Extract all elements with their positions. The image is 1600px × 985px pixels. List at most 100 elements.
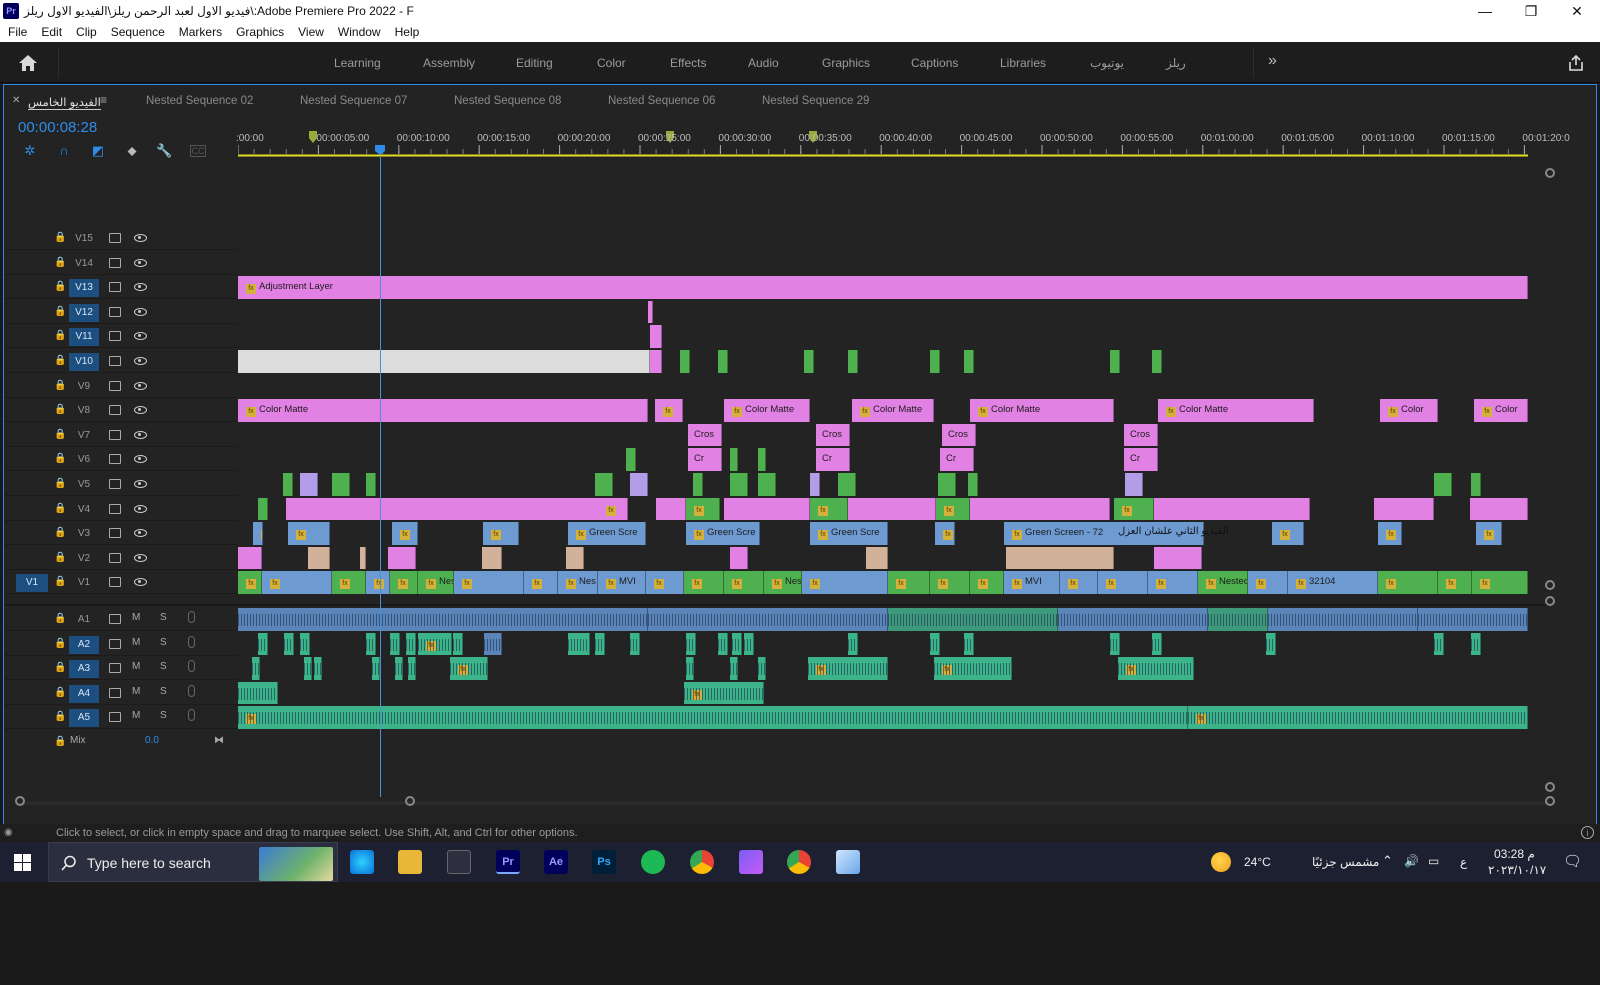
lock-icon[interactable]: 🔒 xyxy=(54,503,66,514)
snap-icon[interactable]: ∩ xyxy=(56,143,72,159)
eye-icon[interactable] xyxy=(134,332,147,341)
clip[interactable] xyxy=(630,473,648,496)
a3-audio-clip[interactable] xyxy=(304,657,312,680)
clock-date[interactable]: ٢٠٢٣/١٠/١٧ xyxy=(1488,863,1546,877)
workspace-graphics[interactable]: Graphics xyxy=(822,56,870,70)
clip[interactable] xyxy=(810,473,820,496)
sync-lock-icon[interactable] xyxy=(109,257,121,268)
sync-lock-icon[interactable] xyxy=(109,552,121,563)
clip[interactable] xyxy=(930,350,940,373)
mic-icon[interactable] xyxy=(188,611,195,623)
notifications-icon[interactable]: 🗨 xyxy=(1563,852,1582,870)
clip[interactable] xyxy=(366,473,376,496)
v1-clip[interactable]: fx Nes xyxy=(764,571,802,594)
lock-icon[interactable]: 🔒 xyxy=(54,711,66,722)
eye-icon[interactable] xyxy=(134,430,147,439)
tab-active-sequence[interactable]: الفيديو الخامس xyxy=(28,95,101,110)
track-target-a2[interactable]: A2 xyxy=(69,635,99,654)
chrome-profile-icon[interactable] xyxy=(787,850,811,874)
audio-vscroll-bottom[interactable] xyxy=(1545,782,1555,792)
track-target-v6[interactable]: V6 xyxy=(69,451,99,469)
clip[interactable] xyxy=(238,546,262,570)
a3-audio-clip[interactable]: fx xyxy=(808,657,888,680)
green-screen-clip[interactable]: fx xyxy=(253,522,263,545)
clip[interactable] xyxy=(1154,497,1310,521)
mic-icon[interactable] xyxy=(188,684,195,697)
sync-lock-icon[interactable] xyxy=(109,712,121,723)
v1-clip[interactable]: fx xyxy=(366,571,390,594)
a1-audio-clip[interactable] xyxy=(1208,608,1268,631)
solo-button[interactable]: S xyxy=(160,686,167,697)
a2-audio-clip[interactable] xyxy=(848,632,858,656)
track-target-v7[interactable]: V7 xyxy=(69,427,99,445)
a2-audio-clip[interactable] xyxy=(390,632,400,656)
a2-audio-clip[interactable]: fx xyxy=(418,632,452,656)
green-screen-clip[interactable]: fx xyxy=(935,522,955,545)
a4-audio-clip[interactable]: fx xyxy=(684,681,764,705)
track-target-v9[interactable]: V9 xyxy=(69,378,99,396)
clip[interactable] xyxy=(1470,497,1528,521)
workspace-libraries[interactable]: Libraries xyxy=(1000,56,1046,70)
chrome-icon[interactable] xyxy=(690,850,714,874)
lock-icon[interactable]: 🔒 xyxy=(54,527,66,538)
mute-button[interactable]: M xyxy=(132,661,140,672)
menu-markers[interactable]: Markers xyxy=(171,22,228,39)
video-vscroll-bottom[interactable] xyxy=(1545,580,1555,590)
windows-start-icon[interactable] xyxy=(14,854,31,871)
a2-audio-clip[interactable] xyxy=(930,632,940,656)
v1-clip[interactable]: fx xyxy=(1472,571,1528,594)
weather-temp[interactable]: 24°C xyxy=(1244,855,1271,869)
clip[interactable] xyxy=(964,350,974,373)
v1-clip[interactable]: fx xyxy=(454,571,524,594)
eye-icon[interactable] xyxy=(134,529,147,538)
a2-audio-clip[interactable] xyxy=(744,632,754,656)
lock-icon[interactable]: 🔒 xyxy=(54,478,66,489)
green-screen-clip[interactable]: fx xyxy=(1272,522,1304,545)
sync-lock-icon[interactable] xyxy=(109,331,121,342)
clip[interactable] xyxy=(968,473,978,496)
clip[interactable] xyxy=(938,473,956,496)
mute-button[interactable]: M xyxy=(132,637,140,648)
linked-selection-icon[interactable]: ◩ xyxy=(90,143,106,159)
mic-icon[interactable] xyxy=(188,709,195,722)
v1-clip[interactable]: fx MVI xyxy=(1004,571,1060,594)
eye-icon[interactable] xyxy=(134,553,147,562)
track-target-v3[interactable]: V3 xyxy=(69,525,99,543)
workspace-effects[interactable]: Effects xyxy=(670,56,706,70)
track-target-v15[interactable]: V15 xyxy=(69,230,99,248)
track-target-a5[interactable]: A5 xyxy=(69,709,99,728)
lock-icon[interactable]: 🔒 xyxy=(54,257,66,268)
premiere-taskbar-icon[interactable]: Pr xyxy=(496,850,520,874)
solo-button[interactable]: S xyxy=(160,612,167,623)
clip[interactable]: fx xyxy=(936,497,970,521)
clip[interactable] xyxy=(758,448,766,471)
workspace-youtube[interactable]: يوتيوب xyxy=(1090,56,1124,70)
v1-clip[interactable]: fx xyxy=(1248,571,1288,594)
a2-audio-clip[interactable] xyxy=(595,632,605,656)
workspace-captions[interactable]: Captions xyxy=(911,56,958,70)
workspace-color[interactable]: Color xyxy=(597,56,626,70)
a2-audio-clip[interactable] xyxy=(484,632,502,656)
v1-clip[interactable]: fx xyxy=(888,571,930,594)
store-icon[interactable] xyxy=(447,850,471,874)
notepad-icon[interactable] xyxy=(836,850,860,874)
menu-edit[interactable]: Edit xyxy=(33,22,68,39)
lock-icon[interactable]: 🔒 xyxy=(54,638,66,649)
home-icon[interactable] xyxy=(18,54,38,72)
track-target-v5[interactable]: V5 xyxy=(69,476,99,494)
mute-button[interactable]: M xyxy=(132,710,140,721)
timecode-display[interactable]: 00:00:08:28 xyxy=(18,119,97,136)
color-matte-clip[interactable]: fx Color Matte xyxy=(970,399,1114,422)
info-icon[interactable]: i xyxy=(1581,826,1594,839)
a2-audio-clip[interactable] xyxy=(406,632,416,656)
clip[interactable]: Cr xyxy=(940,448,974,471)
a2-audio-clip[interactable] xyxy=(300,632,310,656)
v1-clip[interactable]: fx xyxy=(524,571,558,594)
eye-icon[interactable] xyxy=(134,406,147,415)
clip[interactable] xyxy=(718,350,728,373)
volume-icon[interactable]: 🔊 xyxy=(1404,854,1419,868)
clip[interactable] xyxy=(730,473,748,496)
clip[interactable] xyxy=(1006,546,1114,570)
track-target-v13[interactable]: V13 xyxy=(69,279,99,298)
clip[interactable] xyxy=(1434,473,1452,496)
